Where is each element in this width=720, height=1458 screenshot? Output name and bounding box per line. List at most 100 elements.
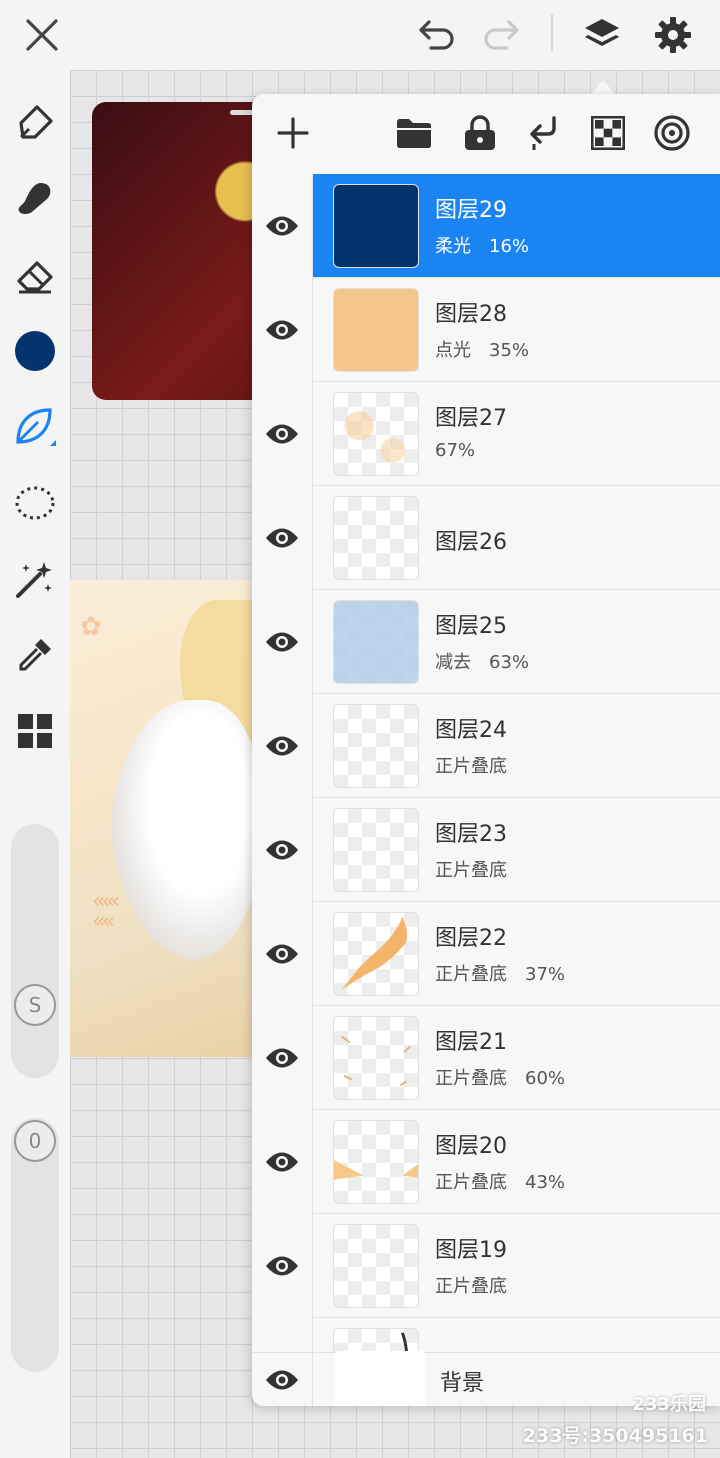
layer-name: 图层23 <box>435 822 507 847</box>
eyedropper-icon[interactable] <box>10 630 60 680</box>
layer-thumbnail <box>333 704 419 788</box>
layer-name: 图层24 <box>435 718 507 743</box>
magic-wand-icon[interactable] <box>10 554 60 604</box>
layer-row[interactable]: 图层28 点光 35% <box>252 278 720 382</box>
eye-icon[interactable] <box>252 486 313 590</box>
layer-blend-mode: 正片叠底 <box>435 1172 507 1193</box>
lock-icon[interactable] <box>455 108 505 158</box>
layer-meta: 柔光 16% <box>435 232 529 258</box>
brush-size-slider[interactable]: S <box>11 824 59 1078</box>
tool-rail: S 0 <box>0 70 70 1458</box>
close-icon[interactable] <box>17 10 67 60</box>
eye-icon[interactable] <box>252 902 313 1006</box>
layer-name: 图层25 <box>435 614 507 639</box>
smudge-icon[interactable] <box>10 174 60 224</box>
layer-row[interactable]: 图层26 <box>252 486 720 590</box>
layer-meta: 点光 35% <box>435 336 529 362</box>
layer-name: 图层26 <box>435 530 507 555</box>
watermark-text: 233号:350495161 <box>522 1425 708 1447</box>
layer-row[interactable]: 图层27 67% <box>252 382 720 486</box>
layer-meta: 67% <box>435 440 475 461</box>
layers-icon[interactable] <box>577 10 627 60</box>
layer-row-body[interactable]: 图层27 67% <box>313 382 720 485</box>
layer-blend-mode: 点光 <box>435 340 471 361</box>
layer-blend-mode: 正片叠底 <box>435 860 507 881</box>
layer-meta: 正片叠底 <box>435 1272 525 1298</box>
layer-row[interactable]: 图层24 正片叠底 <box>252 694 720 798</box>
eraser-icon[interactable] <box>10 250 60 300</box>
eye-icon[interactable] <box>252 174 313 278</box>
eye-icon[interactable] <box>252 1214 313 1318</box>
layer-name: 图层29 <box>435 198 507 223</box>
lasso-icon[interactable] <box>10 478 60 528</box>
eye-icon[interactable] <box>252 1110 313 1214</box>
layer-opacity: 43% <box>525 1172 566 1193</box>
eye-icon[interactable] <box>252 694 313 798</box>
layer-row-body[interactable]: 图层24 正片叠底 <box>313 694 720 797</box>
layer-blend-mode: 正片叠底 <box>435 756 507 777</box>
layer-row-body[interactable]: 图层22 正片叠底 37% <box>313 902 720 1005</box>
leaf-brush-icon[interactable] <box>10 402 60 452</box>
eye-icon[interactable] <box>252 1006 313 1110</box>
layer-blend-mode: 正片叠底 <box>435 1068 507 1089</box>
layer-thumbnail <box>333 392 419 476</box>
layer-row-body[interactable]: 图层23 正片叠底 <box>313 798 720 901</box>
pen-icon[interactable] <box>10 98 60 148</box>
eye-icon[interactable] <box>252 798 313 902</box>
layer-meta: 正片叠底 37% <box>435 960 565 986</box>
layer-name: 图层27 <box>435 406 507 431</box>
layer-thumbnail <box>333 912 419 996</box>
redo-icon[interactable] <box>476 10 526 60</box>
layer-thumbnail <box>333 184 419 268</box>
layer-row-body[interactable]: 图层25 减去 63% <box>313 590 720 693</box>
layer-row-body[interactable]: 图层29 柔光 16% <box>313 174 720 277</box>
merge-down-icon[interactable] <box>519 108 569 158</box>
layer-row[interactable]: 图层21 正片叠底 60% <box>252 1006 720 1110</box>
color-swatch[interactable] <box>10 326 60 376</box>
layer-name: 图层28 <box>435 302 507 327</box>
layer-row-body[interactable]: 图层28 点光 35% <box>313 278 720 381</box>
opacity-slider-badge: 0 <box>14 1120 56 1162</box>
layer-row[interactable]: 图层29 柔光 16% <box>252 174 720 278</box>
layer-row[interactable]: 图层25 减去 63% <box>252 590 720 694</box>
watermark-logo: 233乐园 <box>632 1394 706 1415</box>
layer-thumbnail <box>333 1120 419 1204</box>
eye-icon[interactable] <box>252 382 313 486</box>
artwork-bow: ✿ <box>80 612 102 642</box>
gear-icon[interactable] <box>648 10 698 60</box>
layer-blend-mode: 减去 <box>435 652 471 673</box>
layer-row-body[interactable]: 图层26 <box>313 486 720 589</box>
layer-blend-mode: 柔光 <box>435 236 471 257</box>
folder-icon[interactable] <box>389 108 439 158</box>
layer-row[interactable]: 图层20 正片叠底 43% <box>252 1110 720 1214</box>
layer-opacity: 60% <box>525 1068 566 1089</box>
checkerboard-icon[interactable] <box>583 108 633 158</box>
layer-thumbnail <box>333 1224 419 1308</box>
layer-name: 图层19 <box>435 1238 507 1263</box>
layer-row[interactable]: 图层22 正片叠底 37% <box>252 902 720 1006</box>
eye-icon[interactable] <box>252 1353 313 1406</box>
eye-icon[interactable] <box>252 590 313 694</box>
layer-blend-mode: 正片叠底 <box>435 1276 507 1297</box>
layer-row[interactable]: 图层19 正片叠底 <box>252 1214 720 1318</box>
layer-meta: 正片叠底 <box>435 856 525 882</box>
layer-row-body[interactable]: 图层21 正片叠底 60% <box>313 1006 720 1109</box>
layer-row[interactable]: 图层23 正片叠底 <box>252 798 720 902</box>
layer-row-body[interactable]: 图层20 正片叠底 43% <box>313 1110 720 1213</box>
layer-thumbnail <box>333 288 419 372</box>
layer-name: 图层20 <box>435 1134 507 1159</box>
brush-opacity-slider[interactable]: 0 <box>11 1118 59 1372</box>
layer-opacity: 16% <box>489 236 530 257</box>
eye-icon[interactable] <box>252 278 313 382</box>
undo-icon[interactable] <box>412 10 462 60</box>
layer-thumbnail <box>333 496 419 580</box>
layer-thumbnail <box>333 808 419 892</box>
target-icon[interactable] <box>647 108 697 158</box>
add-layer-icon[interactable] <box>268 108 318 158</box>
top-toolbar <box>0 0 720 70</box>
grid-apps-icon[interactable] <box>10 706 60 756</box>
layer-thumbnail <box>333 1016 419 1100</box>
background-layer-name: 背景 <box>440 1371 485 1396</box>
size-slider-badge: S <box>14 984 56 1026</box>
layer-row-body[interactable]: 图层19 正片叠底 <box>313 1214 720 1317</box>
